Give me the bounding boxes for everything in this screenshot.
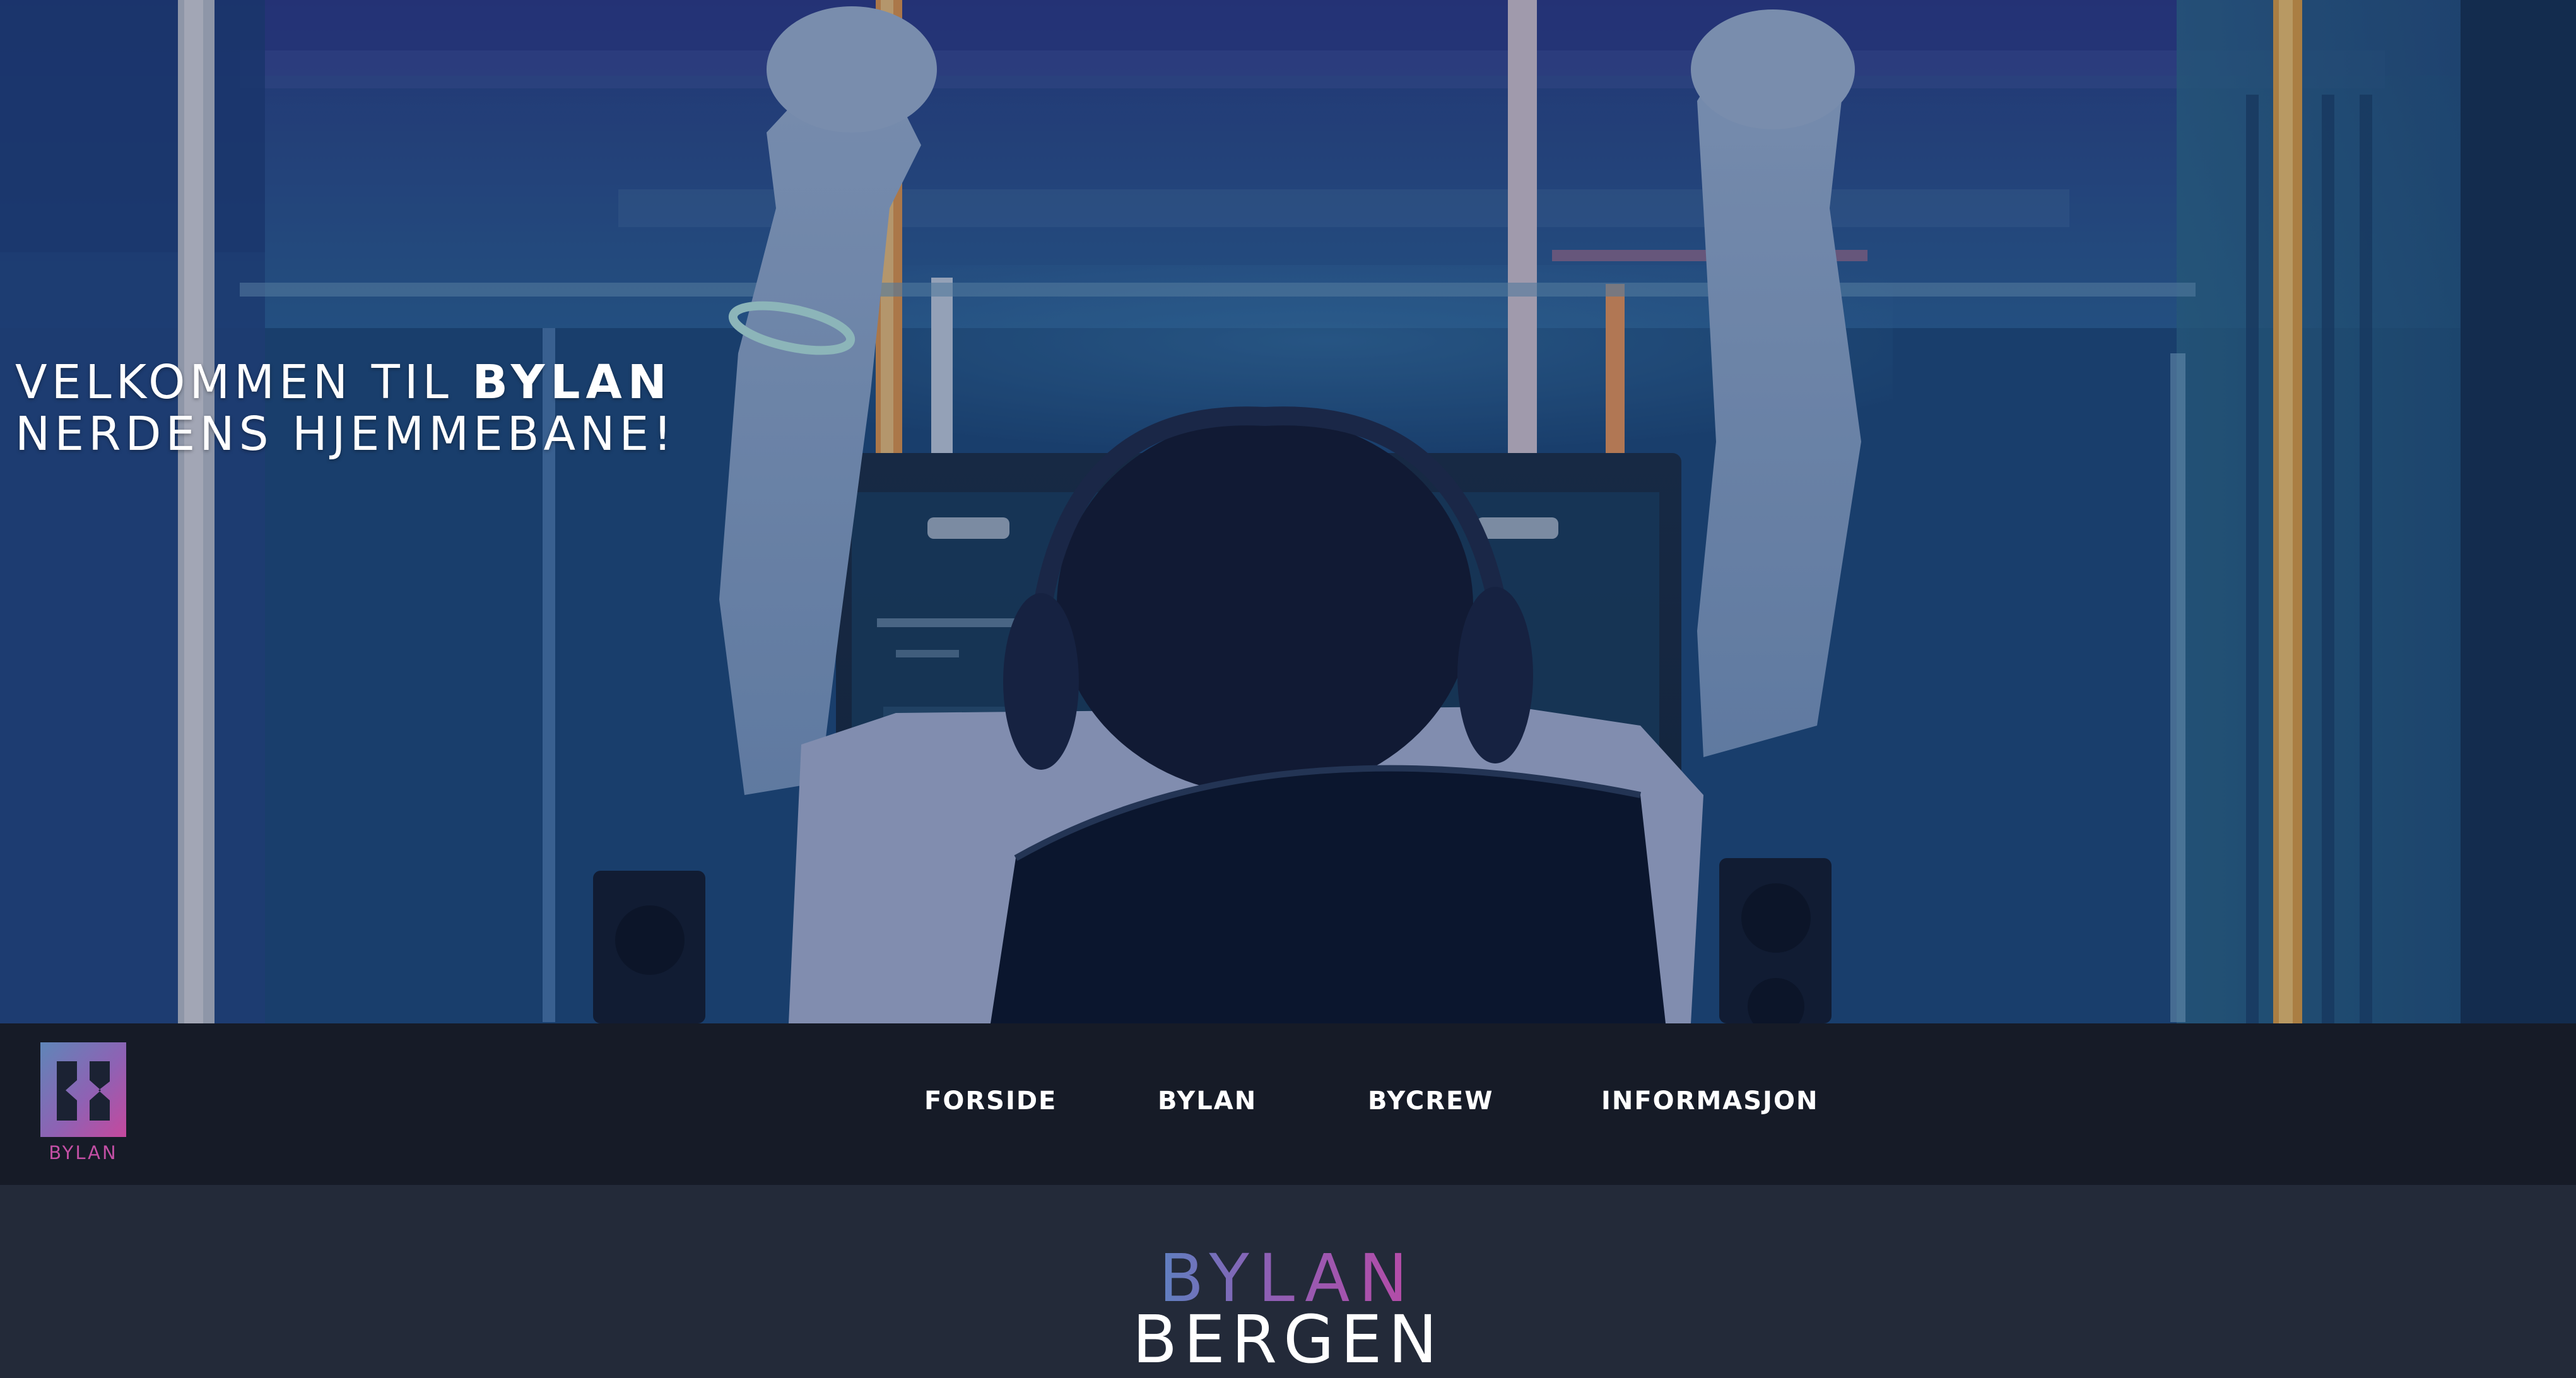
hero-line-2: NERDENS HJEMMEBANE!: [15, 407, 676, 461]
intro-section: BYLAN BERGEN: [0, 1185, 2576, 1374]
section-subtitle: BERGEN: [1132, 1301, 1444, 1378]
nav-link-informasjon[interactable]: INFORMASJON: [1601, 1086, 1818, 1116]
nav-links: FORSIDE BYLAN BYCREW INFORMASJON: [0, 1023, 2576, 1185]
hero-line-1: VELKOMMEN TIL BYLAN: [15, 356, 676, 408]
nav-link-bylan[interactable]: BYLAN: [1158, 1086, 1257, 1116]
hero-welcome-text: VELKOMMEN TIL: [15, 355, 473, 409]
nav-link-bycrew[interactable]: BYCREW: [1368, 1086, 1493, 1116]
section-title: BYLAN: [1124, 1246, 1452, 1311]
hero-banner: VELKOMMEN TIL BYLAN NERDENS HJEMMEBANE!: [0, 0, 2576, 1023]
hero-background-image: [0, 0, 2576, 1023]
hero-heading: VELKOMMEN TIL BYLAN NERDENS HJEMMEBANE!: [15, 356, 676, 460]
hero-brand-text: BYLAN: [472, 355, 673, 409]
main-navigation: BYLAN FORSIDE BYLAN BYCREW INFORMASJON: [0, 1023, 2576, 1185]
nav-link-forside[interactable]: FORSIDE: [924, 1086, 1057, 1116]
